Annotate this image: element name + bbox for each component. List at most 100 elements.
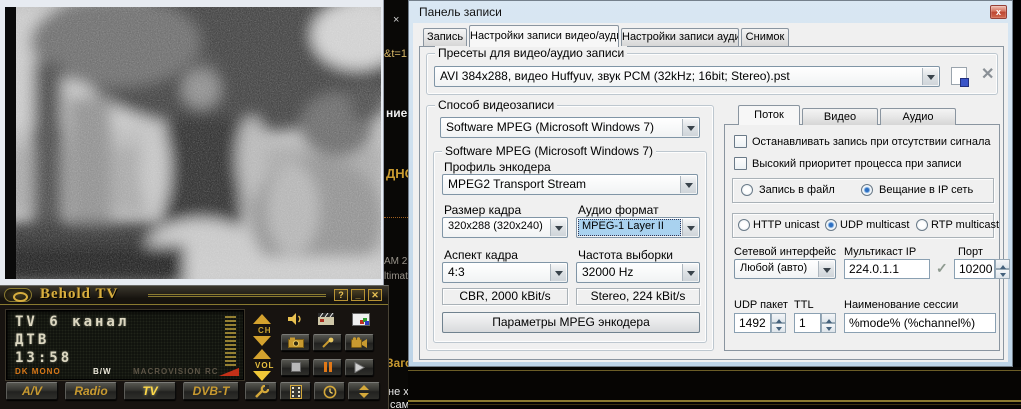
background-skin-band <box>408 367 1021 409</box>
frame-size-combobox[interactable]: 320x288 (320x240) <box>442 217 568 238</box>
spin-down-icon[interactable] <box>821 323 836 333</box>
pause-button[interactable] <box>313 359 342 376</box>
mpeg-params-button[interactable]: Параметры MPEG энкодера <box>442 312 700 333</box>
save-preset-icon[interactable] <box>951 67 967 85</box>
mode-dvbt-button[interactable]: DVB-T <box>183 382 239 400</box>
delete-preset-icon[interactable]: ✕ <box>981 67 994 83</box>
tab-stream[interactable]: Поток <box>738 105 800 125</box>
rc-indicator: RC <box>205 367 219 376</box>
udp-multicast-radio[interactable] <box>825 219 837 231</box>
behold-title: Behold TV <box>40 286 118 303</box>
sample-rate-combobox[interactable]: 32000 Hz <box>576 262 700 283</box>
dropdown-arrow-icon[interactable] <box>922 68 938 85</box>
bg-text-fragment: ние <box>386 106 407 120</box>
led-station-line: ДТВ <box>15 332 49 348</box>
scheduler-clock-button[interactable] <box>314 382 345 400</box>
http-unicast-radio[interactable] <box>738 219 750 231</box>
frame-size-label: Размер кадра <box>444 203 521 217</box>
dropdown-arrow-icon[interactable] <box>682 119 698 136</box>
floppy-icon <box>960 78 969 87</box>
broadcast-ip-radio[interactable] <box>861 184 873 196</box>
mpeg-group-label: Software MPEG (Microsoft Windows 7) <box>442 144 656 158</box>
dropdown-arrow-icon[interactable] <box>682 264 698 281</box>
rtp-multicast-radio[interactable] <box>916 219 928 231</box>
play-button[interactable] <box>345 359 374 376</box>
http-unicast-label: HTTP unicast <box>753 219 819 231</box>
aspect-combobox[interactable]: 4:3 <box>442 262 568 283</box>
udp-multicast-label: UDP multicast <box>840 219 909 231</box>
dropdown-arrow-icon[interactable] <box>818 261 834 277</box>
video-method-label: Способ видеозаписи <box>435 98 557 112</box>
dropdown-arrow-icon[interactable] <box>550 219 566 236</box>
dropdown-arrow-icon[interactable] <box>680 176 696 193</box>
bg-close-icon[interactable]: × <box>393 14 399 26</box>
audio-record-button[interactable] <box>313 334 342 351</box>
ttl-spinner[interactable]: 1 <box>794 313 836 333</box>
spin-up-icon[interactable] <box>995 259 1010 269</box>
encoder-profile-combobox[interactable]: MPEG2 Transport Stream <box>442 174 698 195</box>
stop-button[interactable] <box>281 359 310 376</box>
volume-up-button[interactable] <box>253 349 271 359</box>
bg-text-fragment: ltimat <box>384 271 408 282</box>
channel-up-button[interactable] <box>253 314 271 324</box>
mode-av-button[interactable]: A/V <box>6 382 58 400</box>
network-interface-combobox[interactable]: Любой (авто) <box>734 259 836 279</box>
dialog-content: Запись Настройки записи видео/аудио Наст… <box>413 23 1008 362</box>
udp-packet-spinner[interactable]: 1492 <box>734 313 786 333</box>
tv-video-frame[interactable] <box>5 7 381 279</box>
spin-down-icon[interactable] <box>771 323 786 333</box>
close-button[interactable]: ✕ <box>368 289 382 301</box>
record-to-file-radio[interactable] <box>741 184 753 196</box>
audio-format-combobox[interactable]: MPEG-1 Layer II <box>576 217 700 238</box>
bw-indicator: B/W <box>93 367 112 376</box>
spin-up-icon[interactable] <box>821 313 836 323</box>
tab-audio-settings[interactable]: Настройки записи аудио <box>621 28 739 46</box>
aspect-label: Аспект кадра <box>444 248 518 262</box>
recorded-files-button[interactable] <box>280 382 311 400</box>
multicast-ip-input[interactable]: 224.0.1.1 <box>844 259 930 279</box>
display-mode-icon[interactable] <box>352 313 370 329</box>
behold-titlebar[interactable]: Behold TV ? _ ✕ <box>0 286 388 305</box>
stop-no-signal-checkbox[interactable] <box>734 135 747 148</box>
ttl-value[interactable]: 1 <box>794 313 821 333</box>
tv-preview-window[interactable] <box>0 0 384 285</box>
signal-strength-icon <box>219 367 239 376</box>
help-button[interactable]: ? <box>334 289 348 301</box>
video-record-button[interactable] <box>345 334 374 351</box>
video-method-combobox[interactable]: Software MPEG (Microsoft Windows 7) <box>440 117 700 138</box>
spin-down-icon[interactable] <box>995 269 1010 279</box>
collapse-panel-button[interactable] <box>348 382 380 400</box>
tab-snapshot[interactable]: Снимок <box>741 28 789 46</box>
minimize-button[interactable]: _ <box>351 289 365 301</box>
aspect-value: 4:3 <box>448 265 465 279</box>
spin-up-icon[interactable] <box>771 313 786 323</box>
mode-tv-button[interactable]: TV <box>124 382 176 400</box>
snapshot-button[interactable] <box>281 334 310 351</box>
preset-combobox[interactable]: AVI 384x288, видео Huffyuv, звук PCM (32… <box>434 66 940 87</box>
port-spinner[interactable]: 10200 <box>954 259 1010 279</box>
port-value[interactable]: 10200 <box>954 259 995 279</box>
udp-packet-value[interactable]: 1492 <box>734 313 771 333</box>
session-name-input[interactable]: %mode% (%channel%) <box>844 313 996 333</box>
close-button[interactable]: x <box>990 5 1007 19</box>
tab-audio[interactable]: Аудио <box>880 108 956 125</box>
volume-down-button[interactable] <box>253 371 271 381</box>
channel-down-button[interactable] <box>253 336 271 346</box>
tab-video[interactable]: Видео <box>802 108 878 125</box>
bg-text-fragment: &t=1 <box>384 48 407 60</box>
tab-video-audio-settings[interactable]: Настройки записи видео/аудио <box>469 25 619 47</box>
multicast-ip-label: Мультикаст IP <box>844 246 916 258</box>
mode-radio-button[interactable]: Radio <box>65 382 117 400</box>
tab-record[interactable]: Запись <box>423 28 467 46</box>
speaker-icon[interactable] <box>287 312 303 329</box>
settings-wrench-button[interactable] <box>245 382 277 400</box>
dropdown-arrow-icon[interactable] <box>682 219 698 236</box>
bg-text-fragment: AM 2 0 <box>384 256 408 267</box>
high-priority-checkbox[interactable] <box>734 157 747 170</box>
audio-bitrate-readout: Stereo, 224 kBit/s <box>576 288 700 305</box>
dropdown-arrow-icon[interactable] <box>550 264 566 281</box>
broadcast-ip-label: Вещание в IP сеть <box>879 184 973 196</box>
video-bitrate-readout: CBR, 2000 kBit/s <box>442 288 568 305</box>
clapperboard-icon[interactable] <box>318 313 335 328</box>
behold-eye-logo-icon[interactable] <box>4 288 32 302</box>
